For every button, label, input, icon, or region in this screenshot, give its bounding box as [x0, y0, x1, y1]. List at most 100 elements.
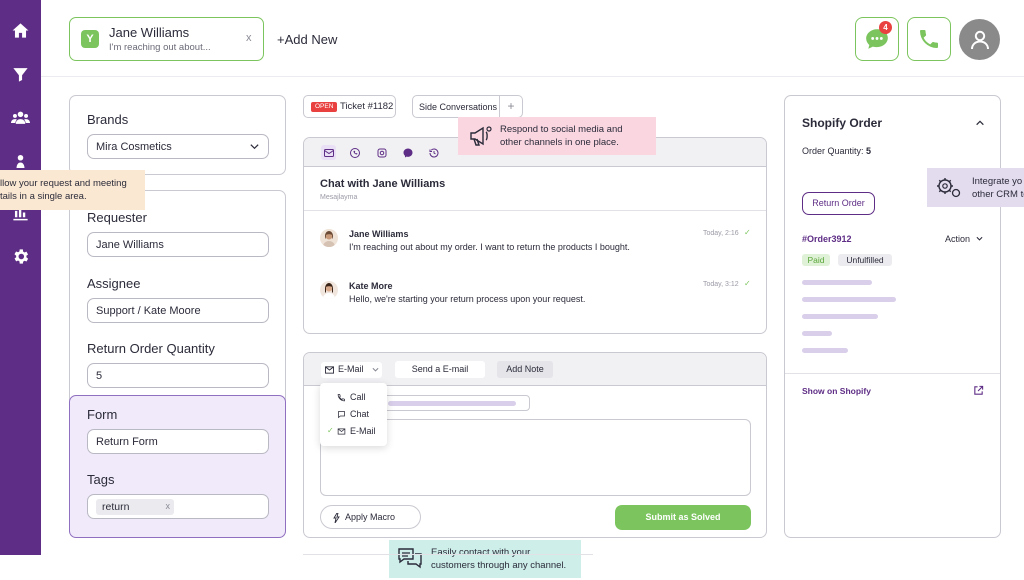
megaphone-icon: [470, 126, 492, 146]
chat-button[interactable]: [855, 17, 899, 61]
notification-badge: 4: [879, 21, 892, 34]
brands-label: Brands: [87, 112, 129, 127]
email-icon: [337, 428, 346, 435]
form-panel: Form Return Form Tags return x: [69, 395, 286, 538]
delivered-check-icon: ✓: [744, 228, 751, 237]
conversation-name: Jane Williams: [109, 25, 190, 40]
callout-social: Respond to social media and other channe…: [458, 117, 656, 155]
dropdown-item-label: Call: [350, 392, 366, 402]
callout-line: Respond to social media and: [500, 124, 623, 135]
tag-chip: return x: [96, 499, 174, 515]
placeholder-line: [802, 331, 832, 336]
message-sender: Jane Williams: [349, 229, 409, 239]
callout-line: Integrate yo: [972, 176, 1023, 187]
action-menu[interactable]: Action: [945, 234, 983, 244]
ticket-number: Ticket #1182: [340, 101, 394, 112]
instagram-icon[interactable]: [374, 145, 389, 160]
chevron-down-icon: [372, 367, 379, 372]
assignee-field[interactable]: Support / Kate Moore: [87, 298, 269, 323]
apply-macro-button[interactable]: Apply Macro: [320, 505, 421, 529]
message-time: Today, 3:12: [703, 281, 739, 288]
dropdown-item-call[interactable]: Call: [320, 389, 387, 406]
conversation-icon: [398, 548, 422, 569]
gears-icon: [937, 178, 961, 198]
email-icon[interactable]: [321, 145, 336, 160]
add-new-button[interactable]: +Add New: [277, 32, 337, 47]
avatar: [320, 281, 338, 299]
gear-icon[interactable]: [10, 246, 31, 267]
placeholder-line: [802, 280, 872, 285]
side-conversations-tab[interactable]: Side Conversations: [412, 95, 500, 118]
tags-label: Tags: [87, 472, 115, 487]
channel-dropdown: Call Chat ✓ E-Mail: [320, 383, 387, 446]
remove-tag-button[interactable]: x: [166, 501, 171, 511]
home-icon[interactable]: [10, 20, 31, 41]
email-icon: [325, 366, 334, 374]
sidebar: [0, 0, 41, 555]
form-select[interactable]: Return Form: [87, 429, 269, 454]
order-quantity-value: 5: [866, 146, 872, 156]
add-side-conversation-button[interactable]: +: [500, 95, 523, 118]
callout-line: other CRM to: [972, 189, 1024, 200]
ticket-chip[interactable]: OPEN Ticket #1182: [303, 95, 396, 118]
chat-panel: Chat with Jane Williams Mesajlayma Jane …: [303, 137, 767, 334]
brands-value: Mira Cosmetics: [96, 141, 172, 153]
chevron-up-icon[interactable]: [975, 118, 985, 128]
assignee-label: Assignee: [87, 276, 141, 291]
conversation-tab[interactable]: Y Jane Williams I'm reaching out about..…: [69, 17, 264, 61]
dropdown-item-label: E-Mail: [350, 426, 376, 436]
submit-as-solved-button[interactable]: Submit as Solved: [615, 505, 751, 530]
chevron-down-icon: [250, 144, 259, 150]
chat-title: Chat with Jane Williams: [320, 178, 446, 190]
return-qty-label: Return Order Quantity: [87, 341, 215, 356]
external-link-icon[interactable]: [973, 385, 984, 396]
requester-field[interactable]: Jane Williams: [87, 232, 269, 257]
callout-line: Easily contact with your: [431, 547, 531, 558]
subject-placeholder: [388, 401, 516, 406]
avatar: [320, 229, 338, 247]
add-note-button[interactable]: Add Note: [497, 361, 553, 378]
subject-field[interactable]: [379, 395, 530, 411]
chat-subtitle: Mesajlayma: [320, 194, 358, 201]
send-email-button[interactable]: Send a E-mail: [395, 361, 485, 378]
channel-select[interactable]: E-Mail: [321, 362, 382, 378]
wand-icon: [333, 513, 340, 523]
whatsapp-icon[interactable]: [347, 145, 362, 160]
return-qty-field[interactable]: 5: [87, 363, 269, 388]
channel-select-value: E-Mail: [338, 364, 364, 374]
message-sender: Kate More: [349, 281, 393, 291]
dropdown-item-chat[interactable]: Chat: [320, 406, 387, 423]
order-quantity: Order Quantity: 5: [802, 146, 871, 156]
filter-icon[interactable]: [10, 64, 31, 85]
dropdown-item-email[interactable]: ✓ E-Mail: [320, 423, 387, 440]
shopify-divider: [785, 373, 1000, 374]
message-text: I'm reaching out about my order. I want …: [349, 242, 630, 252]
reply-toolbar: E-Mail Send a E-mail Add Note: [304, 353, 766, 386]
callout-crm: Integrate yo other CRM to: [927, 168, 1024, 207]
user-icon: [970, 30, 989, 49]
callout-line: tails in a single area.: [0, 191, 87, 202]
shopify-panel: Shopify Order Order Quantity: 5 Return O…: [784, 95, 1001, 538]
return-order-button[interactable]: Return Order: [802, 192, 875, 215]
phone-button[interactable]: [907, 17, 951, 61]
callout-line: other channels in one place.: [500, 137, 619, 148]
callout-line: customers through any channel.: [431, 560, 567, 571]
topbar-divider: [41, 76, 1024, 77]
show-on-shopify-link[interactable]: Show on Shopify: [802, 386, 871, 396]
conversation-avatar: Y: [81, 30, 99, 48]
placeholder-line: [802, 348, 848, 353]
history-icon[interactable]: [426, 145, 441, 160]
message-text: Hello, we're starting your return proces…: [349, 294, 586, 304]
callout-line: llow your request and meeting: [0, 178, 127, 189]
users-icon[interactable]: [10, 107, 31, 128]
messenger-icon[interactable]: [400, 145, 415, 160]
close-tab-button[interactable]: x: [246, 32, 252, 44]
user-avatar[interactable]: [959, 19, 1000, 60]
tags-field[interactable]: return x: [87, 494, 269, 519]
apply-macro-label: Apply Macro: [345, 512, 396, 522]
phone-icon: [337, 394, 345, 402]
order-id-link[interactable]: #Order3912: [802, 234, 852, 244]
brands-select[interactable]: Mira Cosmetics: [87, 134, 269, 159]
selected-check-icon: ✓: [327, 426, 334, 435]
form-label: Form: [87, 407, 118, 422]
